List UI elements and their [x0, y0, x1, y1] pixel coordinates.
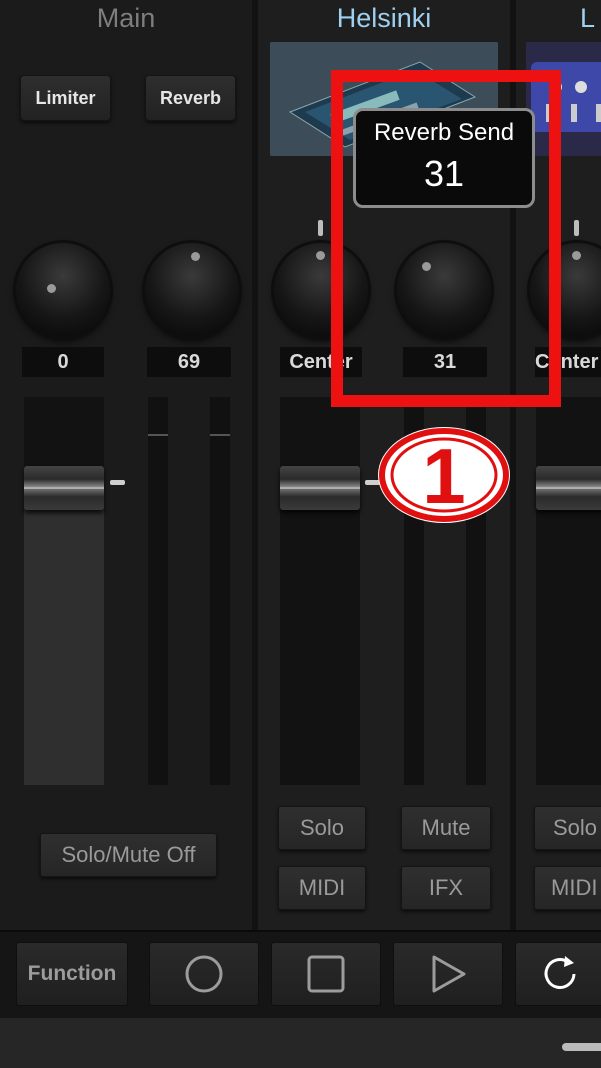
annotation-highlight-box	[331, 70, 561, 407]
helsinki-fader-track[interactable]	[280, 397, 360, 785]
helsinki-mute-button[interactable]: Mute	[401, 806, 491, 850]
meter-peak-line	[148, 434, 168, 436]
helsinki-ifx-button[interactable]: IFX	[401, 866, 491, 910]
main-fader-level	[24, 488, 104, 785]
channel-name-helsinki[interactable]: Helsinki	[258, 0, 510, 36]
unity-mark	[110, 480, 125, 485]
stop-icon	[307, 955, 345, 993]
channel-name-third[interactable]: L	[580, 0, 601, 36]
main-meter-right	[210, 397, 230, 785]
pan-center-tick	[318, 220, 323, 236]
third-midi-button[interactable]: MIDI	[534, 866, 601, 910]
third-solo-button[interactable]: Solo	[534, 806, 601, 850]
limiter-value: 0	[22, 347, 104, 377]
third-fader-track[interactable]	[536, 397, 601, 785]
third-fader-handle[interactable]	[536, 466, 601, 510]
record-icon	[185, 955, 223, 993]
reverb-value: 69	[147, 347, 231, 377]
record-button[interactable]	[149, 942, 259, 1006]
loop-button[interactable]	[515, 942, 601, 1006]
loop-icon	[544, 956, 576, 989]
function-button[interactable]: Function	[16, 942, 128, 1006]
reverb-button[interactable]: Reverb	[145, 75, 236, 121]
annotation-number-badge: 1	[378, 427, 510, 523]
badge-number: 1	[422, 432, 465, 520]
channel-name-main[interactable]: Main	[0, 0, 252, 36]
meter-peak-line	[210, 434, 230, 436]
pan-center-tick	[574, 220, 579, 236]
main-fader-handle[interactable]	[24, 466, 104, 510]
stop-button[interactable]	[271, 942, 381, 1006]
main-meter-left	[148, 397, 168, 785]
helsinki-solo-button[interactable]: Solo	[278, 806, 366, 850]
solo-mute-off-button[interactable]: Solo/Mute Off	[40, 833, 217, 877]
limiter-button[interactable]: Limiter	[20, 75, 111, 121]
main-limiter-knob[interactable]	[16, 243, 110, 337]
play-button[interactable]	[393, 942, 503, 1006]
main-reverb-knob[interactable]	[145, 243, 239, 337]
helsinki-fader-handle[interactable]	[280, 466, 360, 510]
horizontal-scroll-indicator[interactable]	[562, 1043, 601, 1051]
play-icon	[432, 955, 466, 993]
helsinki-midi-button[interactable]: MIDI	[278, 866, 366, 910]
footer-area	[0, 1018, 601, 1068]
